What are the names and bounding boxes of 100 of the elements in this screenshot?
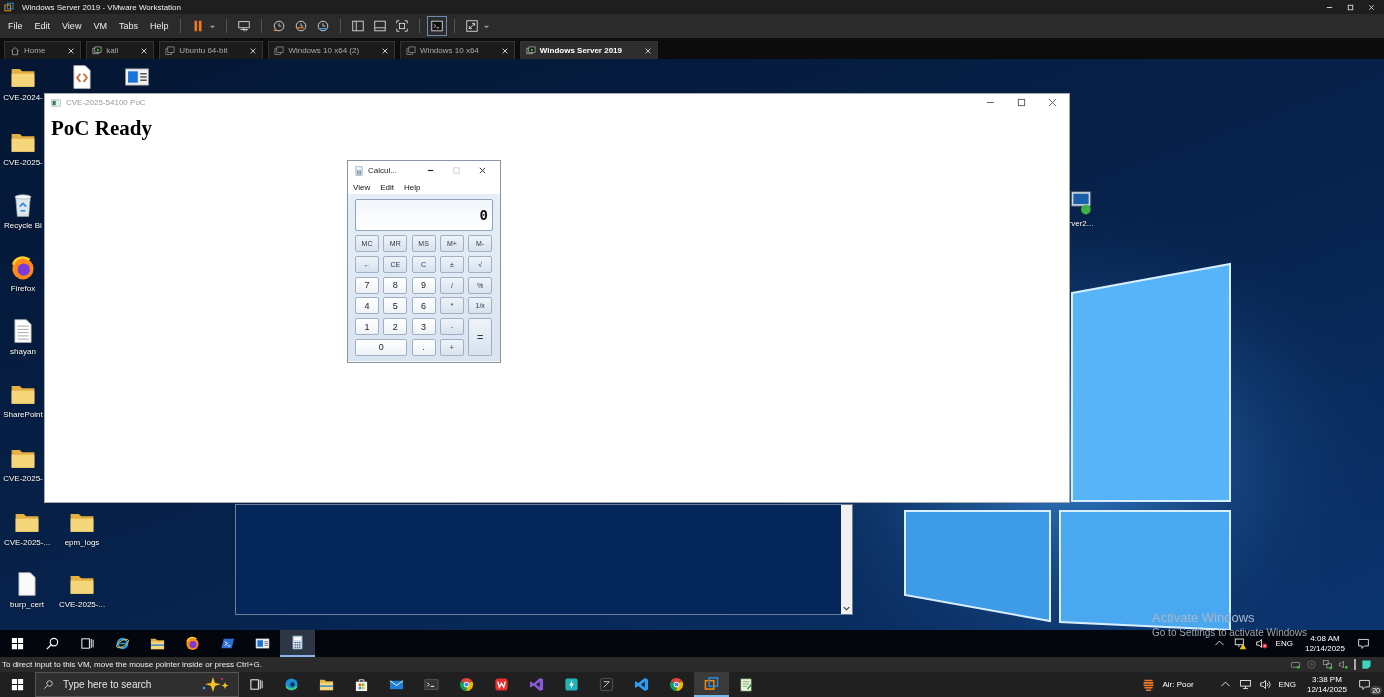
icon-label[interactable]: epm_logs [64,538,100,547]
console-icon[interactable] [430,19,445,33]
clock-icon[interactable] [272,19,287,33]
menu-item[interactable]: VM [91,21,109,31]
browser-icon[interactable] [10,255,36,281]
overlapping-squares-icon [704,676,719,691]
task-view-icon [249,677,264,692]
monitor-icon[interactable] [1068,190,1094,216]
calculator-key[interactable]: 0 [355,339,408,356]
folder-icon [150,636,165,651]
page-heading: PoC Ready [51,116,152,141]
vm-icon [165,45,176,56]
tab-label: kali [106,46,120,55]
calculator-key[interactable]: 3 [411,318,436,336]
ribbon-icon [529,677,544,692]
icon-label[interactable]: Recycle Bi [4,221,42,230]
scrollbar[interactable] [841,505,852,614]
icon-label[interactable]: burp_cert [10,600,44,609]
icon-label[interactable]: CVE-2025- [3,158,43,167]
vm-tab[interactable]: Windows 10 x64 [400,41,515,59]
language-indicator[interactable]: ENG [1278,680,1296,689]
icon-label[interactable]: CVE-2025-... [3,538,51,547]
icon-label[interactable]: SharePoint [3,410,43,419]
vm-tab[interactable]: kali [86,41,155,59]
app-logo-icon [4,2,14,12]
notepad-icon [739,677,754,692]
menu-item[interactable]: View [60,21,84,31]
vm-tab[interactable]: Ubuntu 64-bit [159,41,264,59]
envelope-icon [389,677,404,692]
calculator-key[interactable]: 4 [355,297,379,315]
calculator-key[interactable]: 5 [383,297,408,315]
maximize-icon[interactable] [1017,98,1026,107]
weather-text[interactable]: Air: Poor [1162,680,1194,689]
network-warning-icon[interactable] [1233,637,1247,650]
vm-icon [406,45,417,56]
browser-icon [115,636,130,651]
menu-item[interactable]: Edit [380,182,394,192]
search-field[interactable]: Type here to search [35,672,239,697]
calculator-key[interactable]: = [468,318,493,356]
vm-tab[interactable]: Windows Server 2019 [519,41,658,59]
menu-item[interactable]: View [353,182,371,192]
window-title: CVE-2025-54100 PoC [66,98,146,107]
notification-icon[interactable] [1358,678,1371,691]
sidebar-icon[interactable] [351,19,366,33]
vm-running-icon [92,45,103,56]
note-icon[interactable] [1361,659,1372,670]
calculator-key[interactable]: 2 [383,318,408,336]
icon-label[interactable]: Firefox [10,284,36,293]
icon-label[interactable]: CVE-2024- [3,93,43,102]
calculator-key[interactable]: 1 [355,318,379,336]
notification-icon[interactable] [1357,637,1370,650]
calculator-key[interactable]: . [411,339,436,356]
status-message: To direct input to this VM, move the mouse pointer inside or press Ctrl+G. [2,660,262,669]
calculator-icon [290,635,305,650]
browser-icon [284,677,299,692]
taskbar-button[interactable] [280,630,315,657]
app-window-icon [51,97,61,108]
fullscreen-icon[interactable] [465,19,480,33]
close-icon[interactable] [381,46,390,55]
monitor-icon[interactable] [237,19,252,33]
close-icon[interactable] [478,166,487,175]
vm-running-icon [525,45,536,56]
volume-icon[interactable] [1258,678,1272,691]
menu-item[interactable]: Edit [32,21,53,31]
clock-icon[interactable] [316,19,331,33]
volume-muted-icon[interactable] [1254,637,1268,650]
shopping-bag-icon [354,677,369,692]
activation-text: Go to Settings to activate Windows [1152,627,1308,638]
vm-tab[interactable]: Home [4,41,82,59]
menu-item[interactable]: Tabs [116,21,140,31]
icon-label[interactable]: CVE-2025- [3,474,43,483]
close-icon[interactable] [1048,98,1057,107]
icon-label[interactable]: CVE-2025-... [58,600,106,609]
calculator-key[interactable]: 8 [383,276,408,294]
browser-icon [459,677,474,692]
vm-tab[interactable]: Windows 10 x64 (2) [268,41,396,59]
language-indicator[interactable]: ENG [1275,639,1293,648]
fit-icon[interactable] [395,19,410,33]
menu-item[interactable]: Help [404,182,421,192]
close-icon[interactable] [1367,2,1376,12]
network-icon[interactable] [1238,678,1252,691]
scroll-down-icon[interactable] [842,604,851,613]
tab-label: Ubuntu 64-bit [179,46,229,55]
calculator-key[interactable]: 9 [411,276,436,294]
calculator-key[interactable]: 6 [411,297,436,315]
panel-icon[interactable] [373,19,388,33]
menu-item[interactable]: File [6,21,25,31]
menu-item[interactable]: Help [147,21,171,31]
network-icon[interactable] [1322,659,1333,670]
calculator-key[interactable]: 7 [355,276,379,294]
browser-icon [669,677,684,692]
clock-icon[interactable] [294,19,309,33]
app-window-icon [255,636,270,651]
windows-icon [10,636,25,651]
home-icon [10,45,20,56]
speaker-icon[interactable] [1338,659,1349,670]
maximize-icon[interactable] [1346,2,1355,12]
icon-label[interactable]: shayan [10,347,36,356]
terminal-icon [424,677,439,692]
clock[interactable]: 3:38 PM 12/14/2025 [1306,674,1347,695]
